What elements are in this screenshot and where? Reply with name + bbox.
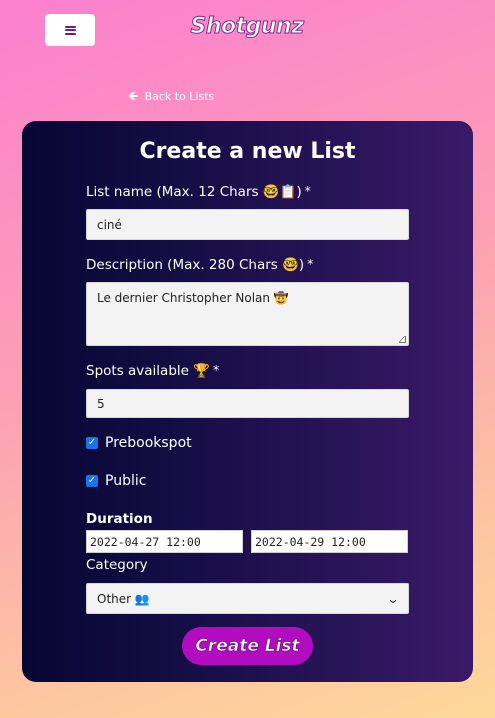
resize-handle[interactable] [399, 336, 406, 343]
description-value: Le dernier Christopher Nolan 🤠 [97, 291, 289, 305]
back-to-lists-link[interactable]: 🡸 Back to Lists [128, 90, 214, 103]
arrow-left-icon: 🡸 [128, 89, 139, 104]
prebookspot-checkbox-row[interactable]: ✓ Prebookspot [86, 435, 192, 451]
category-selected-value: Other 👥 [97, 591, 150, 606]
list-name-input[interactable]: ciné [86, 209, 409, 240]
description-textarea[interactable]: Le dernier Christopher Nolan 🤠 [86, 282, 409, 346]
public-checkbox-row[interactable]: ✓ Public [86, 473, 146, 489]
spots-input[interactable]: 5 [86, 389, 409, 418]
duration-label: Duration [86, 511, 153, 527]
brand-logo[interactable]: Shotgunz [185, 14, 309, 40]
create-list-button[interactable]: Create List [182, 627, 313, 665]
public-checkbox[interactable]: ✓ [86, 475, 98, 487]
required-mark: * [307, 257, 314, 271]
back-link-label: Back to Lists [144, 90, 215, 103]
page-title: Create a new List [139, 139, 356, 164]
create-list-card: Create a new List List name (Max. 12 Cha… [22, 121, 473, 682]
start-datetime-input[interactable]: 2022-04-27 12:00 [86, 530, 243, 553]
prebookspot-checkbox[interactable]: ✓ [86, 437, 98, 449]
category-label: Category [86, 557, 148, 573]
required-mark: * [304, 184, 311, 198]
public-label: Public [105, 473, 147, 489]
required-mark: * [213, 363, 220, 377]
description-label: Description (Max. 280 Chars 🤓) * [86, 257, 314, 273]
hamburger-icon [64, 25, 76, 35]
chevron-down-icon: ⌄ [386, 591, 400, 606]
prebookspot-label: Prebookspot [105, 435, 192, 451]
spots-label: Spots available 🏆 * [86, 363, 220, 379]
menu-button[interactable] [45, 14, 95, 46]
list-name-label: List name (Max. 12 Chars 🤓📋) * [86, 184, 311, 200]
end-datetime-input[interactable]: 2022-04-29 12:00 [251, 530, 408, 553]
category-select[interactable]: Other 👥 ⌄ [86, 583, 409, 614]
